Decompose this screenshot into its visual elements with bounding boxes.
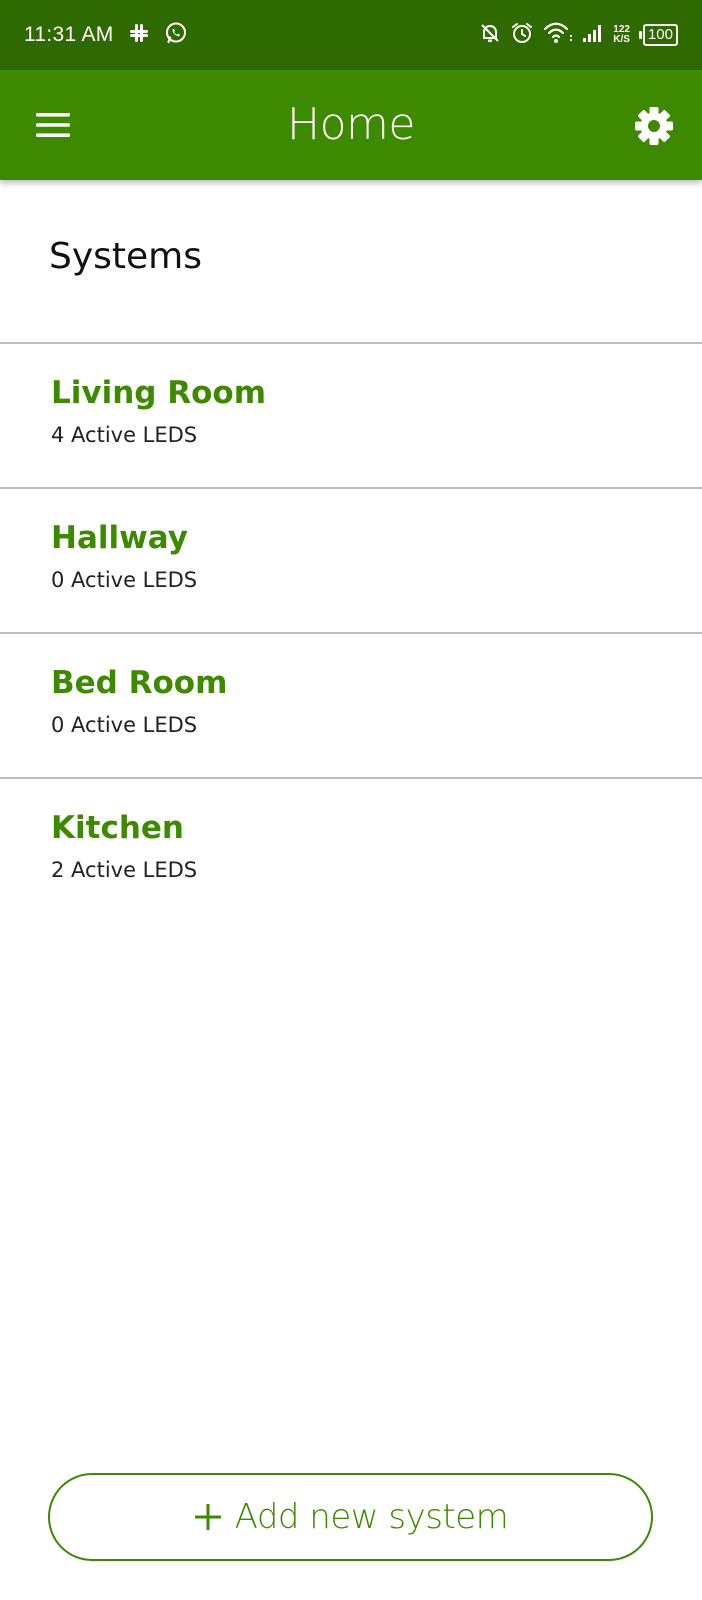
systems-list: Living Room 4 Active LEDS Hallway 0 Acti… <box>0 342 702 922</box>
network-speed-unit: K/S <box>613 34 630 45</box>
gear-icon <box>635 107 673 145</box>
battery-indicator: 100 <box>638 24 678 46</box>
system-name: Kitchen <box>51 810 185 846</box>
system-name: Living Room <box>51 375 267 411</box>
system-active-leds: 2 Active LEDS <box>51 858 198 882</box>
plus-icon <box>194 1504 221 1530</box>
signal-icon <box>582 22 604 48</box>
list-item[interactable]: Hallway 0 Active LEDS <box>0 487 702 632</box>
wifi-icon <box>543 22 573 48</box>
list-item[interactable]: Bed Room 0 Active LEDS <box>0 632 702 777</box>
whatsapp-icon <box>164 21 188 49</box>
app-bar: Home <box>0 70 702 180</box>
system-active-leds: 0 Active LEDS <box>51 568 198 592</box>
list-item[interactable]: Living Room 4 Active LEDS <box>0 342 702 487</box>
list-item[interactable]: Kitchen 2 Active LEDS <box>0 777 702 922</box>
system-name: Hallway <box>51 520 188 556</box>
battery-level: 100 <box>642 24 678 46</box>
settings-button[interactable] <box>634 106 674 146</box>
notifications-off-icon <box>479 22 501 48</box>
slack-icon <box>128 22 150 48</box>
section-title: Systems <box>49 236 202 277</box>
status-time: 11:31 AM <box>24 23 114 46</box>
status-bar: 11:31 AM 122 K/S 100 <box>0 0 702 70</box>
system-name: Bed Room <box>51 665 228 701</box>
battery-nub <box>638 31 642 39</box>
network-speed: 122 K/S <box>613 25 630 45</box>
status-right: 122 K/S 100 <box>479 21 678 49</box>
page-title: Home <box>287 99 415 150</box>
add-system-button[interactable]: Add new system <box>48 1473 653 1561</box>
status-left: 11:31 AM <box>24 21 188 49</box>
system-active-leds: 0 Active LEDS <box>51 713 198 737</box>
system-active-leds: 4 Active LEDS <box>51 423 198 447</box>
alarm-icon <box>510 21 534 49</box>
add-system-label: Add new system <box>234 1497 509 1537</box>
